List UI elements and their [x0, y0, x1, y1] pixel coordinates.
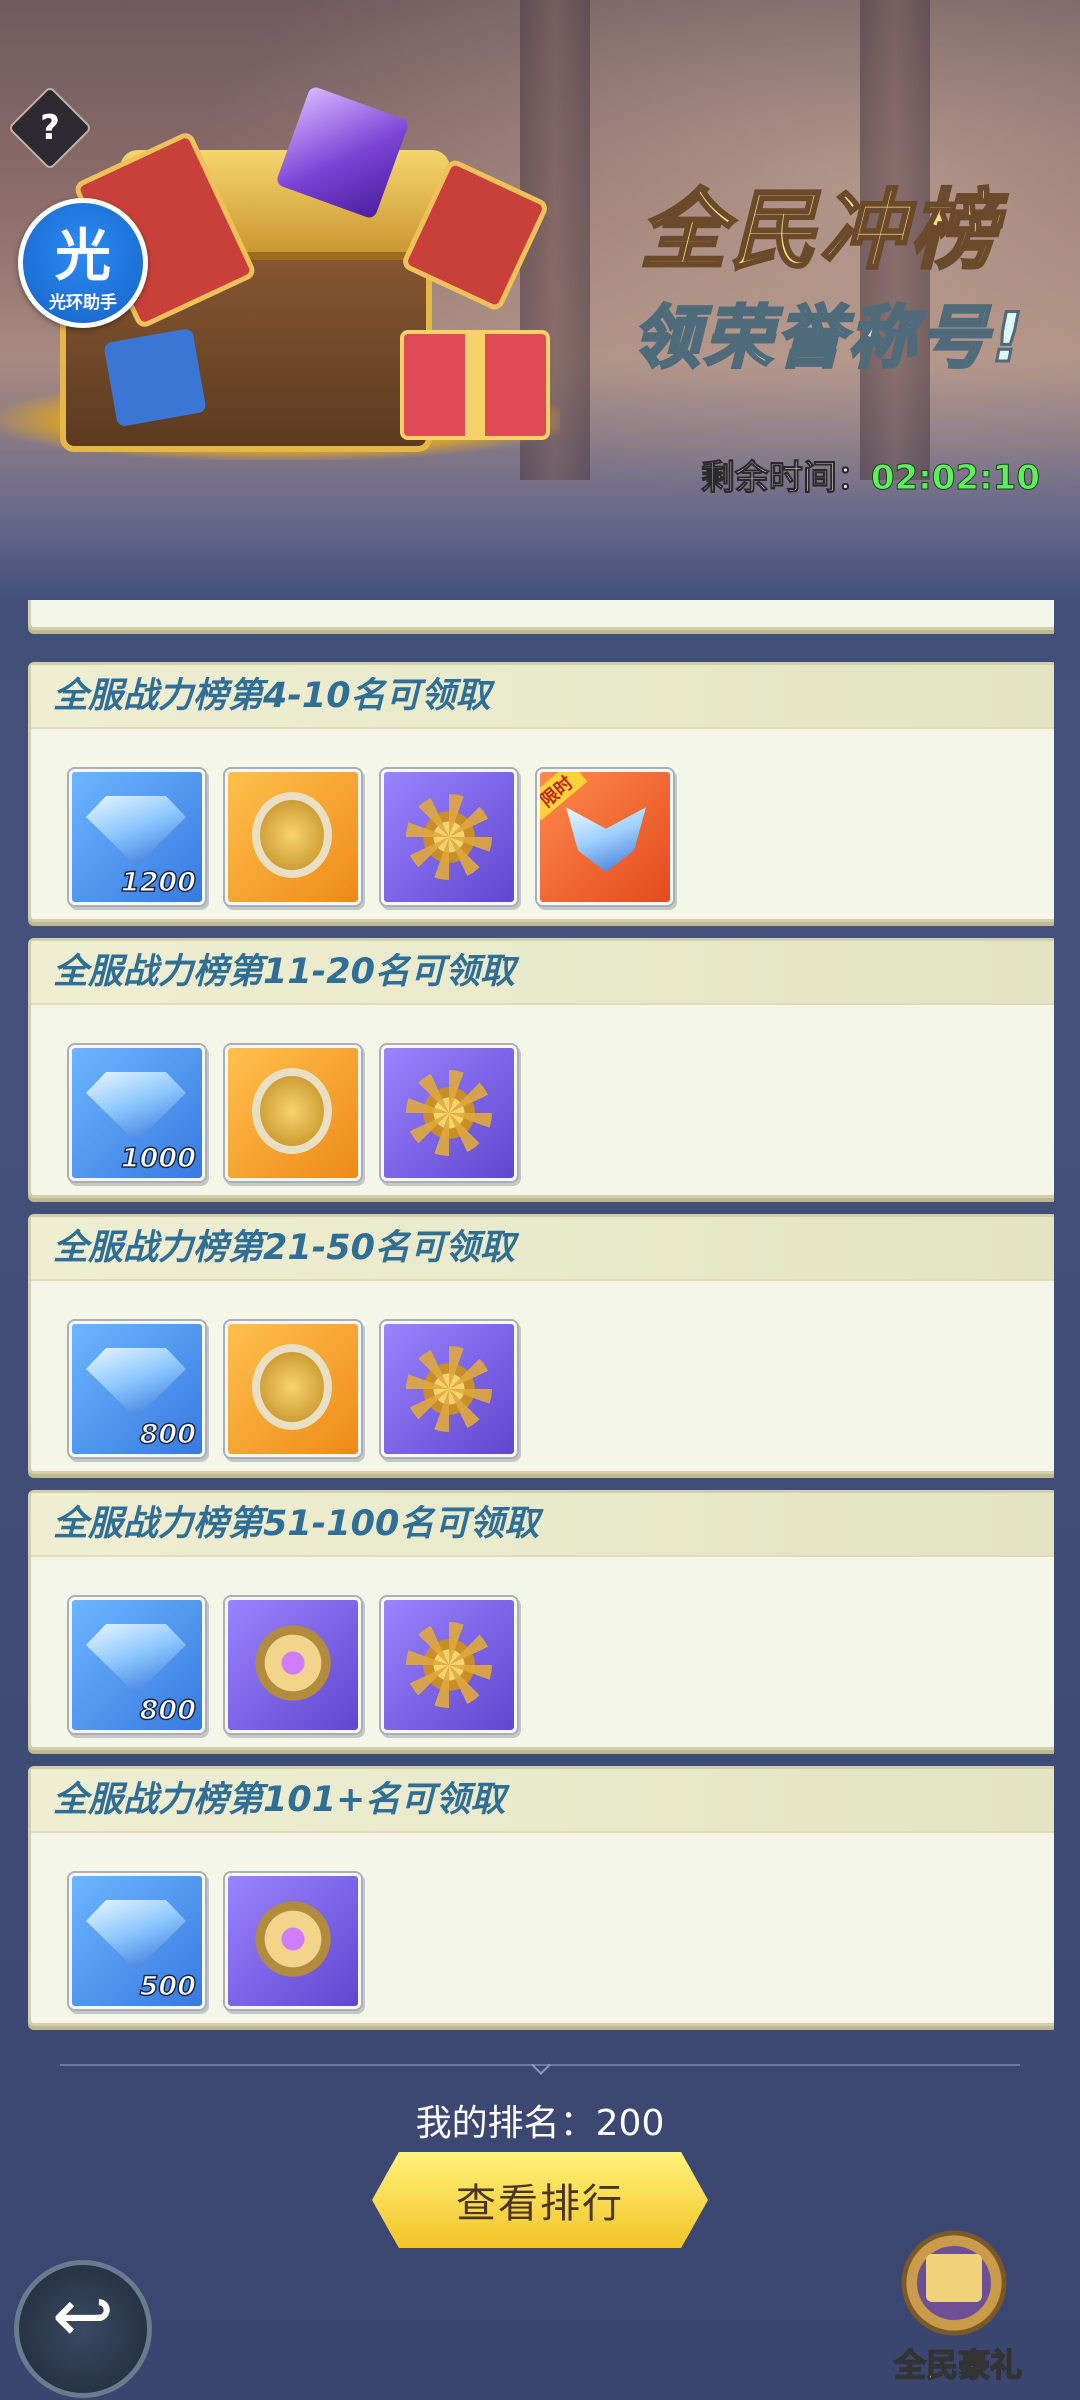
chevron-down-icon	[531, 2055, 551, 2075]
reward-item-sun-badge[interactable]	[381, 1597, 517, 1733]
back-button[interactable]: ↩	[14, 2260, 152, 2398]
my-rank: 我的排名：200	[0, 2094, 1080, 2146]
reward-item-diamond[interactable]: 800	[69, 1597, 205, 1733]
reward-item-amulet[interactable]	[225, 769, 361, 905]
reward-item-diamond[interactable]: 800	[69, 1321, 205, 1457]
amulet-icon	[252, 1344, 332, 1430]
amulet-icon	[252, 1068, 332, 1154]
reward-tier-title: 全服战力榜第101+名可领取	[53, 1780, 506, 1820]
blue-box-art	[103, 327, 207, 428]
reward-item-amulet[interactable]	[225, 1321, 361, 1457]
reward-item-diamond[interactable]: 1000	[69, 1045, 205, 1181]
halo-assistant-icon: 光	[55, 224, 111, 289]
reward-tier-title: 全服战力榜第21-50名可领取	[53, 1228, 515, 1268]
back-arrow-icon: ↩	[51, 2273, 114, 2359]
reward-tier-header: 全服战力榜第21-50名可领取	[31, 1217, 1054, 1281]
event-title: 全民冲榜	[639, 180, 1000, 283]
sun-badge-icon	[406, 794, 492, 880]
sun-badge-icon	[406, 1346, 492, 1432]
reward-quantity: 1000	[120, 1142, 197, 1175]
diamond-icon	[86, 796, 186, 866]
halo-assistant-button[interactable]: 光 光环助手	[18, 198, 148, 328]
reward-item-wings[interactable]: 限时	[537, 769, 673, 905]
reward-tier-header: 全服战力榜第51-100名可领取	[31, 1493, 1054, 1557]
reward-tier-title: 全服战力榜第4-10名可领取	[53, 676, 491, 716]
reward-tier-list[interactable]: 全服战力榜第4-10名可领取 1200 限时 全服战力榜第11-20名可领取 1…	[28, 600, 1054, 2030]
diamond-icon	[86, 1072, 186, 1142]
reward-item-sun-badge[interactable]	[381, 769, 517, 905]
reward-tier-header: 全服战力榜第4-10名可领取	[31, 665, 1054, 729]
halo-assistant-label: 光环助手	[49, 293, 117, 313]
diamond-icon	[86, 1348, 186, 1418]
remaining-time: 剩余时间：02:02:10	[700, 450, 1040, 499]
gift-box-art	[400, 330, 550, 440]
reward-tier-panel: 全服战力榜第51-100名可领取 800	[28, 1490, 1054, 1750]
help-button[interactable]: ?	[7, 85, 93, 171]
event-subtitle: 领荣誉称号!	[630, 298, 1028, 380]
gift-pack-button[interactable]	[898, 2224, 1010, 2342]
reward-tier-panel: 全服战力榜第11-20名可领取 1000	[28, 938, 1054, 1198]
sun-badge-icon	[406, 1622, 492, 1708]
reward-item-sun-badge[interactable]	[381, 1045, 517, 1181]
question-icon: ?	[40, 108, 60, 148]
reward-item-diamond[interactable]: 500	[69, 1873, 205, 2009]
gift-pack-label[interactable]: 全民豪礼	[880, 2340, 1036, 2386]
reward-tier-title: 全服战力榜第51-100名可领取	[53, 1504, 540, 1544]
reward-item-medal[interactable]	[225, 1873, 361, 2009]
reward-quantity: 800	[139, 1418, 197, 1451]
reward-quantity: 1200	[120, 866, 197, 899]
reward-tier-header: 全服战力榜第11-20名可领取	[31, 941, 1054, 1005]
remaining-time-value: 02:02:10	[870, 458, 1040, 499]
reward-tier-panel: 全服战力榜第21-50名可领取 800	[28, 1214, 1054, 1474]
my-rank-value: 200	[595, 2103, 665, 2144]
medal-icon	[250, 1618, 336, 1708]
sun-badge-icon	[406, 1070, 492, 1156]
diamond-icon	[86, 1900, 186, 1970]
reward-item-medal[interactable]	[225, 1597, 361, 1733]
reward-item-diamond[interactable]: 1200	[69, 769, 205, 905]
wings-icon	[566, 807, 646, 872]
amulet-icon	[252, 792, 332, 878]
reward-quantity: 800	[139, 1694, 197, 1727]
reward-quantity: 500	[139, 1970, 197, 2003]
gift-chest-icon	[926, 2254, 982, 2302]
view-ranking-button[interactable]: 查看排行	[372, 2152, 708, 2248]
remaining-time-label: 剩余时间：	[700, 458, 871, 499]
event-banner: ? 光 光环助手 全民冲榜 领荣誉称号! 剩余时间：02:02:10	[0, 0, 1080, 600]
diamond-icon	[86, 1624, 186, 1694]
my-rank-label: 我的排名：	[415, 2103, 596, 2144]
reward-item-sun-badge[interactable]	[381, 1321, 517, 1457]
medal-icon	[250, 1894, 336, 1984]
reward-tier-header: 全服战力榜第101+名可领取	[31, 1769, 1054, 1833]
reward-tier-title: 全服战力榜第11-20名可领取	[53, 952, 515, 992]
limited-time-tag: 限时	[540, 772, 588, 821]
reward-tier-panel: 全服战力榜第101+名可领取 500	[28, 1766, 1054, 2026]
reward-tier-panel-partial	[28, 600, 1054, 630]
reward-item-amulet[interactable]	[225, 1045, 361, 1181]
reward-tier-panel: 全服战力榜第4-10名可领取 1200 限时	[28, 662, 1054, 922]
